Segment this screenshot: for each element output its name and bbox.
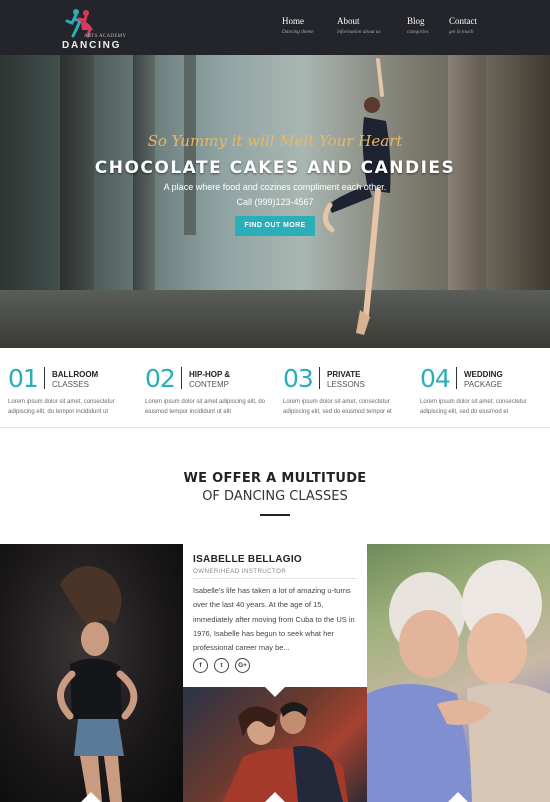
hero-script-heading: So Yummy it will Melt Your Heart — [147, 132, 403, 150]
dancer-photo-left[interactable] — [0, 544, 183, 802]
dancer-silhouette-image — [57, 566, 138, 802]
google-plus-icon[interactable]: G+ — [235, 658, 250, 673]
card-notch — [265, 792, 285, 802]
logo-wordmark: DANCING — [62, 40, 122, 51]
feature-number: 02 — [145, 364, 176, 393]
feature-number: 03 — [283, 364, 314, 393]
feature-divider — [319, 367, 320, 389]
nav-contact[interactable]: Contact get in touch — [449, 16, 477, 35]
hero-floor — [0, 290, 550, 348]
instructor-gallery: ISABELLE BELLAGIO OWNER/HEAD INSTRUCTOR … — [0, 544, 550, 802]
nav-home-label: Home — [282, 16, 304, 26]
facebook-icon[interactable]: f — [193, 658, 208, 673]
feature-title: HIP-HOP & — [189, 370, 231, 379]
feature-divider — [456, 367, 457, 389]
feature-subtitle: CLASSES — [52, 380, 89, 389]
feature-text: Lorem ipsum dolor sit amet, consectetur … — [420, 399, 527, 415]
hero-subtitle: A place where food and cozines complimen… — [163, 182, 387, 192]
feature-text: Lorem ipsum dolor sit amet, consectetur … — [8, 399, 115, 415]
feature-text: Lorem ipsum dolor sit amet, consectetur … — [283, 399, 392, 415]
feature-subtitle: LESSONS — [327, 380, 365, 389]
feature-divider — [181, 367, 182, 389]
feature-number: 01 — [8, 364, 39, 393]
feature-text: Lorem ipsum dolor sit amet adipiscing el… — [145, 399, 266, 415]
nav-home-sub: Dancing theme — [282, 29, 314, 35]
twitter-icon[interactable]: t — [214, 658, 229, 673]
couple-silhouette-image — [223, 702, 348, 802]
hero-title: CHOCOLATE CAKES AND CANDIES — [94, 158, 456, 178]
feature-number: 04 — [420, 364, 451, 393]
feature-title: BALLROOM — [52, 370, 99, 379]
nav-blog-label: Blog — [407, 16, 425, 26]
nav-blog-sub: categories — [407, 29, 429, 35]
senior-couple-photo[interactable] — [367, 544, 550, 802]
logo-tagline: ARTS ACADEMY — [84, 34, 127, 39]
nav-about-sub: information about us — [337, 29, 381, 35]
card-divider — [193, 578, 357, 579]
feature-title: WEDDING — [464, 370, 503, 379]
instructor-bio: Isabelle's life has taken a lot of amazi… — [193, 586, 355, 653]
feature-subtitle: CONTEMP — [189, 380, 229, 389]
hero-phone: Call (999)123-4567 — [236, 197, 314, 207]
feature-subtitle: PACKAGE — [464, 380, 503, 389]
instructor-card: ISABELLE BELLAGIO OWNER/HEAD INSTRUCTOR … — [183, 544, 367, 687]
hero-banner: So Yummy it will Melt Your Heart CHOCOLA… — [0, 55, 550, 348]
dancing-couple-photo[interactable] — [183, 687, 367, 802]
nav-about[interactable]: About information about us — [337, 16, 381, 35]
nav-about-label: About — [337, 16, 360, 26]
section-title: WE OFFER A MULTITUDE — [183, 471, 367, 486]
section-divider — [260, 514, 290, 516]
nav-contact-label: Contact — [449, 16, 477, 26]
find-out-more-button[interactable]: FIND OUT MORE — [235, 216, 315, 236]
nav-blog[interactable]: Blog categories — [407, 16, 429, 35]
instructor-name: ISABELLE BELLAGIO — [193, 554, 302, 565]
features-strip: 01 BALLROOM CLASSES Lorem ipsum dolor si… — [0, 348, 550, 428]
senior-couple-image — [367, 560, 550, 802]
feature-title: PRIVATE — [327, 370, 361, 379]
section-subtitle: OF DANCING CLASSES — [202, 489, 348, 504]
feature-divider — [44, 367, 45, 389]
nav-home[interactable]: Home Dancing theme — [282, 16, 314, 35]
site-logo[interactable]: ARTS ACADEMY DANCING — [58, 8, 128, 51]
card-notch — [448, 792, 468, 802]
card-notch — [81, 792, 101, 802]
nav-contact-sub: get in touch — [449, 29, 474, 35]
instructor-role: OWNER/HEAD INSTRUCTOR — [193, 568, 287, 575]
site-header: ARTS ACADEMY DANCING Home Dancing theme … — [0, 0, 550, 55]
card-notch — [265, 687, 285, 697]
